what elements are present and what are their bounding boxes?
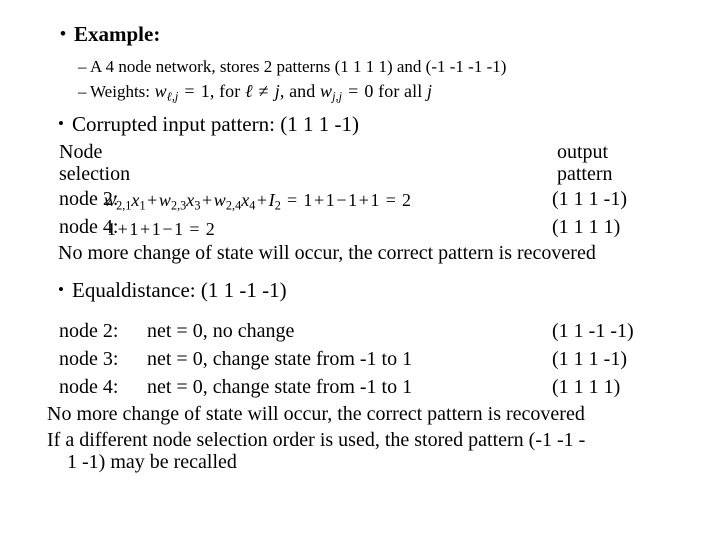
sub-bullet-weights: – Weights: wℓ,j = 1, for ℓ ≠ j, and wj,j …: [78, 82, 432, 103]
eq-node-4-output-pattern: (1 1 1 1): [552, 376, 621, 398]
eq-node-2-label: node 2:: [59, 320, 119, 342]
eq-node-4-label: node 4:: [59, 376, 119, 398]
example-title: Example:: [74, 22, 161, 46]
dash-icon: –: [78, 57, 87, 76]
bullet-dot-icon: •: [60, 24, 66, 43]
node-4-formula: 1+1+1−1 = 2: [107, 219, 215, 239]
node-2-output-pattern: (1 1 1 -1): [552, 188, 627, 210]
weights-formula: wℓ,j = 1, for ℓ ≠ j, and wj,j = 0 for al…: [154, 81, 433, 104]
column-header-output-pattern: output pattern: [557, 141, 613, 186]
equaldistance-heading: Equaldistance: (1 1 -1 -1): [72, 278, 287, 302]
sub-bullet-network: – A 4 node network, stores 2 patterns (1 …: [78, 58, 506, 75]
slide-canvas: • Example: – A 4 node network, stores 2 pa…: [0, 0, 720, 540]
column-header-line2: selection: [59, 163, 131, 186]
column-header-line1: output: [557, 141, 609, 163]
eq-node-2-output-pattern: (1 1 -1 -1): [552, 320, 634, 342]
column-header-line1: Node: [59, 141, 103, 163]
eq-node-3-output-pattern: (1 1 1 -1): [552, 348, 627, 370]
bullet-equaldistance: • Equaldistance: (1 1 -1 -1): [58, 280, 287, 301]
eq-node-2-text: net = 0, no change: [147, 320, 295, 342]
equaldistance-footer-2: If a different node selection order is u…: [47, 429, 586, 474]
column-header-node-selection: Node selection: [59, 141, 130, 186]
corrupted-input-heading: Corrupted input pattern: (1 1 1 -1): [72, 112, 359, 136]
dash-icon: –: [78, 82, 87, 101]
eq-node-4-text: net = 0, change state from -1 to 1: [147, 376, 413, 398]
bullet-example: • Example:: [60, 24, 160, 45]
network-description: A 4 node network, stores 2 patterns (1 1…: [90, 57, 507, 76]
eq-node-3-label: node 3:: [59, 348, 119, 370]
column-header-line2: pattern: [557, 163, 613, 186]
bullet-dot-icon: •: [58, 280, 64, 299]
bullet-corrupted-input: • Corrupted input pattern: (1 1 1 -1): [58, 114, 359, 135]
bullet-dot-icon: •: [58, 114, 64, 133]
equaldistance-footer-1: No more change of state will occur, the …: [47, 403, 585, 425]
corrupted-footer: No more change of state will occur, the …: [58, 242, 596, 264]
eq-node-3-text: net = 0, change state from -1 to 1: [147, 348, 413, 370]
weights-label: Weights:: [90, 82, 151, 101]
node-2-formula: w2,1x1+w2,3x3+w2,4x4+I2 = 1+1−1+1 = 2: [104, 190, 412, 213]
node-4-output-pattern: (1 1 1 1): [552, 216, 621, 238]
